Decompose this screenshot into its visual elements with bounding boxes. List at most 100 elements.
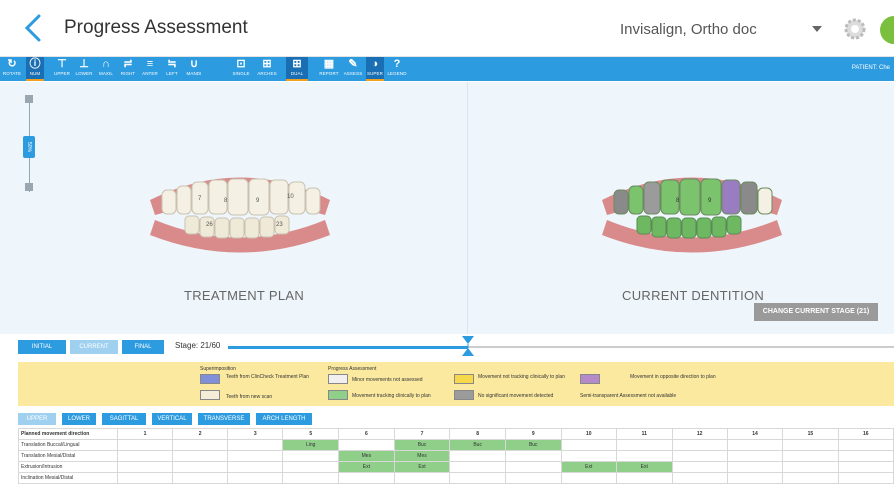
initial-button[interactable]: INITIAL: [18, 340, 66, 354]
current-dentition-model[interactable]: 8 9: [592, 160, 792, 260]
table-cell[interactable]: [671, 450, 728, 462]
toolbar-arches[interactable]: ⊞ ARCHES: [254, 57, 280, 81]
table-cell[interactable]: [782, 461, 839, 473]
table-cell[interactable]: [172, 439, 229, 451]
table-cell[interactable]: Ling: [282, 439, 340, 451]
tab-sagittal[interactable]: SAGITTAL: [102, 413, 146, 425]
table-cell[interactable]: [338, 439, 395, 451]
gear-icon[interactable]: [842, 16, 868, 42]
slider-top-handle[interactable]: [25, 95, 33, 103]
table-cell[interactable]: [282, 450, 340, 462]
table-cell[interactable]: [837, 450, 894, 462]
table-cell[interactable]: [116, 461, 174, 473]
toolbar-report[interactable]: ▦ REPORT: [318, 57, 340, 81]
table-cell[interactable]: [560, 472, 618, 484]
tab-arch-length[interactable]: ARCH LENGTH: [256, 413, 312, 425]
toolbar-maxil[interactable]: ∩ MAXIL: [96, 57, 116, 81]
table-cell[interactable]: [449, 472, 506, 484]
row-label: Inclination Mesial/Distal: [18, 472, 118, 484]
tab-vertical[interactable]: VERTICAL: [152, 413, 192, 425]
toolbar-assess[interactable]: ✎ ASSESS: [342, 57, 364, 81]
toolbar-lower[interactable]: ⊥ LOWER: [74, 57, 94, 81]
table-cell[interactable]: [616, 439, 673, 451]
toolbar-left[interactable]: ≒ LEFT: [162, 57, 182, 81]
table-cell[interactable]: Ext: [616, 461, 673, 473]
final-button[interactable]: FINAL: [122, 340, 164, 354]
table-cell[interactable]: [116, 472, 174, 484]
table-cell[interactable]: Ext: [393, 461, 451, 473]
current-button[interactable]: CURRENT: [70, 340, 118, 354]
table-cell[interactable]: [560, 439, 618, 451]
table-cell[interactable]: [282, 461, 340, 473]
table-cell[interactable]: [504, 461, 562, 473]
table-cell[interactable]: [172, 461, 229, 473]
table-cell[interactable]: [282, 472, 340, 484]
change-current-stage-button[interactable]: CHANGE CURRENT STAGE (21): [754, 303, 878, 321]
table-cell[interactable]: [726, 461, 784, 473]
table-cell[interactable]: [671, 461, 728, 473]
tab-upper[interactable]: UPPER: [18, 413, 56, 425]
toolbar-single[interactable]: ⊡ SINGLE: [230, 57, 252, 81]
table-cell[interactable]: [172, 450, 229, 462]
table-cell[interactable]: [449, 450, 506, 462]
table-cell[interactable]: [116, 439, 174, 451]
table-cell[interactable]: Ext: [560, 461, 618, 473]
table-cell[interactable]: [782, 472, 839, 484]
toolbar-dual[interactable]: ⊞ DUAL: [286, 57, 308, 81]
table-cell[interactable]: Buc: [449, 439, 506, 451]
table-cell[interactable]: [393, 472, 451, 484]
table-cell[interactable]: [227, 461, 284, 473]
upper-icon: ⊤: [57, 58, 67, 70]
table-cell[interactable]: [726, 472, 784, 484]
table-cell[interactable]: Mes: [393, 450, 451, 462]
table-cell[interactable]: Buc: [504, 439, 562, 451]
stage-remaining[interactable]: [468, 346, 894, 348]
table-cell[interactable]: [837, 439, 894, 451]
tab-transverse[interactable]: TRANSVERSE: [198, 413, 250, 425]
stage-progress[interactable]: [228, 346, 468, 349]
table-cell[interactable]: [227, 439, 284, 451]
opposite-label: Movement in opposite direction to plan: [630, 374, 716, 380]
table-cell[interactable]: [227, 450, 284, 462]
table-cell[interactable]: [172, 472, 229, 484]
no-movement-swatch: [454, 390, 474, 400]
table-cell[interactable]: [837, 472, 894, 484]
table-cell[interactable]: [726, 439, 784, 451]
table-cell[interactable]: [338, 472, 395, 484]
toolbar-upper[interactable]: ⊤ UPPER: [52, 57, 72, 81]
table-cell[interactable]: Ext: [338, 461, 395, 473]
table-cell[interactable]: Mes: [338, 450, 395, 462]
help-button[interactable]: [880, 16, 894, 44]
table-cell[interactable]: [560, 450, 618, 462]
back-arrow-icon[interactable]: [22, 14, 46, 42]
table-cell[interactable]: [616, 450, 673, 462]
toolbar-right[interactable]: ≓ RIGHT: [118, 57, 138, 81]
table-cell[interactable]: [726, 450, 784, 462]
toolbar-super[interactable]: ◑ SUPER: [366, 57, 384, 81]
toolbar-num[interactable]: ⓘ NUM: [26, 57, 44, 81]
table-cell[interactable]: [116, 450, 174, 462]
table-cell[interactable]: [837, 461, 894, 473]
table-cell[interactable]: [504, 472, 562, 484]
table-cell[interactable]: [227, 472, 284, 484]
toolbar-mandi[interactable]: ∪ MANDI: [184, 57, 204, 81]
slider-bottom-handle[interactable]: [25, 183, 33, 191]
account-name[interactable]: Invisalign, Ortho doc: [620, 21, 757, 38]
table-cell[interactable]: [616, 472, 673, 484]
toolbar-legend[interactable]: ? LEGEND: [386, 57, 408, 81]
stage-marker-icon[interactable]: [462, 336, 474, 356]
tab-lower[interactable]: LOWER: [62, 413, 96, 425]
toolbar: ↻ ROTATE ⓘ NUM ⊤ UPPER ⊥ LOWER ∩ MAXIL ≓ RIGHT…: [0, 57, 894, 81]
table-cell[interactable]: [671, 439, 728, 451]
chevron-down-icon[interactable]: [812, 26, 822, 32]
table-cell[interactable]: [504, 450, 562, 462]
opacity-slider-knob[interactable]: 50%: [23, 136, 35, 158]
toolbar-anter[interactable]: ≡ ANTER: [140, 57, 160, 81]
table-cell[interactable]: Buc: [393, 439, 451, 451]
table-cell[interactable]: [671, 472, 728, 484]
table-cell[interactable]: [782, 439, 839, 451]
table-cell[interactable]: [782, 450, 839, 462]
treatment-plan-model[interactable]: 7 8 9 10 26 23: [140, 160, 340, 260]
toolbar-rotate[interactable]: ↻ ROTATE: [2, 57, 22, 81]
table-cell[interactable]: [449, 461, 506, 473]
